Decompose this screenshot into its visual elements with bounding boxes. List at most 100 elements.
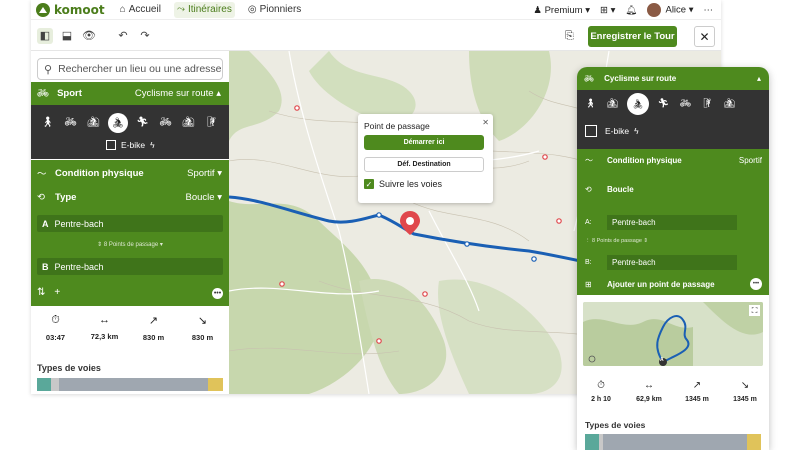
mtb-icon[interactable]: 🚵︎ (85, 114, 102, 131)
premium-icon: ♟ (533, 4, 542, 16)
mobile-type-value: Boucle (607, 184, 634, 194)
waypoints-count-label: 8 Points de passage (103, 242, 159, 248)
add-icon[interactable]: + (54, 287, 60, 298)
redo-icon[interactable]: ↷ (137, 28, 153, 44)
nav-label-home: Accueil (128, 4, 161, 15)
tour-stats: ⏱︎ 03:47 ↔ 72,3 km ↗ 830 m ↘ 830 m (31, 314, 229, 354)
plus-square-icon: ⊞ (600, 4, 608, 16)
distance-icon: ↔ (99, 314, 110, 326)
timer-icon: ⏱︎ (51, 314, 60, 326)
bike-icon: 🚲︎ (584, 74, 595, 83)
planner-toolbar: ◧ ⬓ 👁︎ ↶ ↷ ⎘ Enregistrer le Tour ✕ (31, 21, 721, 51)
close-icon[interactable]: ✕ (482, 118, 489, 127)
waypoint-a[interactable]: A Pentre-bach (37, 215, 223, 232)
bell-icon[interactable]: 🔔︎ (625, 5, 637, 16)
nav-item-home[interactable]: ⌂ Accueil (117, 2, 164, 18)
mobile-sport-header[interactable]: 🚲︎ Cyclisme sur route ▴ (577, 67, 769, 90)
ebike-toggle[interactable]: E-bike ϟ (106, 140, 155, 150)
sport-header[interactable]: 🚲︎ Sport Cyclisme sur route ▴ (31, 82, 229, 105)
gravel-icon[interactable]: 🚲︎ (678, 96, 693, 111)
mobile-stat-ascent: ↗ 1345 m (673, 380, 721, 403)
hiking-icon[interactable]: 🚶︎ (583, 96, 598, 111)
more-options-icon[interactable]: ••• (750, 278, 762, 290)
way-type-segment (208, 378, 223, 391)
running-icon[interactable]: 🏃︎ (656, 96, 671, 111)
bike-touring-icon[interactable]: 🚵︎ (605, 96, 620, 111)
mobile-type-row[interactable]: ⟲ Boucle (577, 178, 769, 200)
nav-item-routes[interactable]: ⤳ Itinéraires (173, 1, 235, 18)
mobile-settings: 〜 Condition physique Sportif ⟲ Boucle A:… (577, 149, 769, 295)
undo-icon[interactable]: ↶ (115, 28, 131, 44)
running-icon[interactable]: 🏃︎ (134, 114, 151, 131)
enduro-icon[interactable]: 🚵︎ (722, 96, 737, 111)
mobile-way-types-bar[interactable] (585, 434, 761, 450)
waypoints-count[interactable]: ⇕ 8 Points de passage ▾ (31, 241, 229, 248)
chevron-down-icon: ▾ (217, 167, 222, 179)
planner-settings: 〜 Condition physique Sportif ▾ ⟲ Type Bo… (31, 160, 229, 306)
ebike-checkbox[interactable] (106, 140, 116, 150)
type-value-wrap: Boucle ▾ (186, 192, 222, 203)
gravel-icon[interactable]: 🚲︎ (157, 114, 174, 131)
distance-icon: ↔ (644, 380, 654, 391)
sidebar-toggle-icon[interactable]: ◧ (37, 27, 53, 44)
follow-paths-label: Suivre les voies (379, 179, 443, 189)
nav-item-pioneers[interactable]: ◎ Pionniers (245, 2, 304, 18)
mobile-stat-distance: ↔ 62,9 km (625, 380, 673, 403)
nav-label-pioneers: Pionniers (259, 4, 302, 15)
bottom-panel-icon[interactable]: ⬓ (59, 28, 75, 44)
stat-descent-value: 830 m (191, 333, 214, 342)
start-here-button[interactable]: Démarrer ici (364, 135, 484, 150)
chevron-down-icon: ▾ (585, 4, 591, 16)
mountaineering-icon[interactable]: 🧗︎ (203, 114, 220, 131)
waypoint-b[interactable]: B Pentre-bach (37, 258, 223, 275)
waypoint-b-name: Pentre-bach (54, 261, 104, 272)
export-icon[interactable]: ⎘ (565, 30, 574, 43)
mobile-waypoint-a-key: A: (585, 219, 592, 226)
check-icon[interactable]: ✓ (364, 179, 374, 189)
mobile-waypoints-count[interactable]: ⋮ 8 Points de passage ⇕ (585, 238, 648, 244)
pulse-icon: 〜 (37, 169, 47, 180)
bike-touring-icon[interactable]: 🚲︎ (62, 114, 79, 131)
eye-icon[interactable]: 👁︎ (81, 28, 97, 44)
reverse-icon[interactable]: ⇅ (37, 287, 45, 298)
planner-panel: ⚲ Rechercher un lieu ou une adresse 🚲︎ S… (31, 51, 229, 394)
mobile-waypoint-a[interactable]: A: Pentre-bach (585, 215, 765, 230)
user-menu[interactable]: Alice ▾ (647, 3, 694, 17)
enduro-icon[interactable]: 🚵︎ (180, 114, 197, 131)
mobile-condition-row[interactable]: 〜 Condition physique Sportif (577, 149, 769, 171)
mobile-ebike-toggle[interactable]: E-bike ϟ (585, 125, 639, 137)
fullscreen-icon[interactable]: ⛶ (749, 305, 760, 316)
mobile-sport-value: Cyclisme sur route (604, 74, 677, 83)
close-button[interactable]: ✕ (694, 26, 715, 47)
way-types-label: Types de voies (37, 363, 101, 373)
mobile-waypoint-b[interactable]: B: Pentre-bach (585, 255, 765, 270)
type-row[interactable]: ⟲ Type Boucle ▾ (31, 186, 229, 208)
chevron-up-icon: ▴ (216, 88, 221, 99)
mobile-way-types-label: Types de voies (585, 420, 646, 430)
premium-menu[interactable]: ♟ Premium ▾ (533, 5, 590, 16)
set-destination-button[interactable]: Déf. Destination (364, 157, 484, 172)
more-icon[interactable]: ⋯ (704, 5, 714, 16)
mobile-planner: 🚲︎ Cyclisme sur route ▴ 🚶︎ 🚵︎ 🚴︎ 🏃︎ 🚲︎ 🧗… (577, 67, 769, 450)
mobile-add-waypoint[interactable]: ⊞ Ajouter un point de passage ••• (577, 273, 769, 295)
mobile-ebike-checkbox[interactable] (585, 125, 597, 137)
condition-row[interactable]: 〜 Condition physique Sportif ▾ (31, 162, 229, 184)
hiking-icon[interactable]: 🚶︎ (39, 114, 56, 131)
road-bike-icon[interactable]: 🚴︎ (627, 93, 649, 115)
chevron-down-icon: ▾ (217, 191, 222, 203)
premium-label: Premium (544, 4, 583, 16)
way-type-segment (51, 378, 59, 391)
road-bike-icon[interactable]: 🚴︎ (108, 113, 128, 133)
search-input[interactable]: ⚲ Rechercher un lieu ou une adresse (37, 58, 223, 80)
mountaineering-icon[interactable]: 🧗︎ (700, 96, 715, 111)
mobile-map-preview[interactable]: A ⛶ (583, 302, 763, 366)
komoot-logo[interactable]: komoot (36, 2, 105, 17)
follow-paths-toggle[interactable]: ✓ Suivre les voies (364, 179, 442, 189)
search-icon: ⚲ (44, 63, 53, 76)
chevron-down-icon: ▾ (688, 4, 694, 16)
save-tour-button[interactable]: Enregistrer le Tour (588, 26, 677, 47)
more-options-icon[interactable]: ••• (212, 288, 223, 299)
way-types-bar[interactable] (37, 378, 223, 391)
create-menu[interactable]: ⊞ ▾ (600, 5, 615, 16)
way-type-segment (747, 434, 761, 450)
